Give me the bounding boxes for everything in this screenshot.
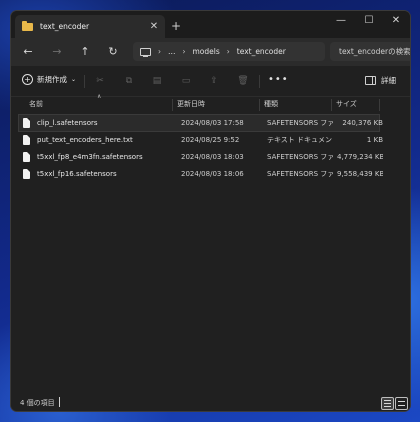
file-icon — [23, 118, 30, 128]
file-name: t5xxl_fp16.safetensors — [37, 170, 117, 178]
title-bar: text_encoder ✕ + — ☐ ✕ — [11, 11, 410, 38]
file-name: put_text_encoders_here.txt — [37, 136, 133, 144]
maximize-icon: ☐ — [364, 15, 374, 26]
column-divider[interactable] — [172, 99, 173, 111]
folder-icon — [22, 20, 33, 31]
file-size: 4,779,234 KB — [337, 153, 383, 161]
column-header-date[interactable]: 更新日時 — [177, 97, 257, 112]
column-header-type[interactable]: 種類 — [264, 97, 328, 112]
rename-icon[interactable]: ▭ — [180, 76, 192, 86]
command-bar: + 新規作成 ⌄ ✂ ⧉ ▤ ▭ ⇪ 🗑 ••• 詳細 — [11, 66, 410, 97]
address-bar[interactable]: › … › models › text_encoder — [133, 42, 325, 61]
share-icon[interactable]: ⇪ — [208, 76, 220, 86]
file-date: 2024/08/25 9:52 — [181, 136, 240, 144]
copy-icon[interactable]: ⧉ — [123, 76, 135, 86]
details-label: 詳細 — [381, 76, 396, 85]
navigation-bar: ← → ↑ ↻ › … › models › text_encoder text… — [11, 38, 410, 66]
new-button-label: 新規作成 — [37, 75, 67, 84]
divider — [84, 75, 85, 88]
chevron-right-icon: › — [226, 47, 230, 56]
tile-view-button[interactable] — [395, 397, 408, 410]
file-row[interactable]: t5xxl_fp16.safetensors 2024/08/03 18:06 … — [19, 166, 383, 182]
file-name: clip_l.safetensors — [37, 119, 98, 127]
chevron-right-icon: › — [158, 47, 161, 56]
file-icon — [23, 135, 30, 145]
search-input[interactable]: text_encoderの検索 — [330, 42, 410, 61]
file-row[interactable]: put_text_encoders_here.txt 2024/08/25 9:… — [19, 132, 383, 148]
maximize-button[interactable]: ☐ — [359, 15, 379, 26]
back-button[interactable]: ← — [21, 45, 35, 59]
column-divider[interactable] — [379, 99, 380, 111]
chevron-right-icon: › — [182, 47, 186, 56]
file-type: SAFETENSORS ファ... — [267, 119, 333, 127]
close-window-button[interactable]: ✕ — [386, 15, 406, 26]
more-options-button[interactable]: ••• — [268, 74, 289, 85]
refresh-button[interactable]: ↻ — [106, 45, 120, 59]
file-type: SAFETENSORS ファ... — [267, 170, 333, 178]
chevron-down-icon: ⌄ — [71, 76, 77, 83]
column-header-size[interactable]: サイズ — [336, 97, 376, 112]
details-button[interactable]: 詳細 — [365, 75, 396, 86]
status-bar: 4 個の項目 — [11, 395, 410, 411]
file-size: 9,558,439 KB — [337, 170, 383, 178]
file-date: 2024/08/03 17:58 — [181, 119, 244, 127]
close-icon: ✕ — [391, 15, 401, 26]
column-divider[interactable] — [259, 99, 260, 111]
item-count: 4 個の項目 — [20, 399, 55, 407]
file-icon — [23, 152, 30, 162]
back-icon: ← — [23, 45, 33, 58]
breadcrumb-more[interactable]: … — [168, 47, 176, 56]
file-name: t5xxl_fp8_e4m3fn.safetensors — [37, 153, 143, 161]
delete-icon[interactable]: 🗑 — [237, 76, 249, 86]
file-type: SAFETENSORS ファ... — [267, 153, 333, 161]
minimize-icon: — — [336, 15, 346, 26]
breadcrumb-item-text-encoder[interactable]: text_encoder — [237, 47, 286, 56]
column-header-name[interactable]: 名前 — [29, 97, 169, 112]
file-type: テキスト ドキュメント — [267, 136, 333, 144]
column-divider[interactable] — [331, 99, 332, 111]
file-icon — [23, 169, 30, 179]
file-row[interactable]: t5xxl_fp8_e4m3fn.safetensors 2024/08/03 … — [19, 149, 383, 165]
file-date: 2024/08/03 18:03 — [181, 153, 244, 161]
plus-icon: + — [170, 19, 182, 33]
close-icon[interactable]: ✕ — [147, 21, 161, 32]
breadcrumb-item-models[interactable]: models — [193, 47, 220, 56]
text-cursor — [59, 397, 60, 407]
tab-text-encoder[interactable]: text_encoder ✕ — [15, 15, 165, 38]
new-button[interactable]: + 新規作成 ⌄ — [22, 74, 76, 85]
pc-icon — [140, 47, 151, 57]
column-header: ∧ 名前 更新日時 種類 サイズ — [11, 93, 410, 112]
file-size: 240,376 KB — [342, 119, 383, 127]
file-size: 1 KB — [366, 136, 383, 144]
list-view-button[interactable] — [381, 397, 394, 410]
up-icon: ↑ — [80, 45, 90, 58]
forward-icon: → — [52, 45, 62, 58]
file-row[interactable]: clip_l.safetensors 2024/08/03 17:58 SAFE… — [18, 114, 383, 132]
plus-icon: + — [22, 74, 33, 85]
cut-icon[interactable]: ✂ — [94, 76, 106, 86]
file-date: 2024/08/03 18:06 — [181, 170, 244, 178]
divider — [259, 75, 260, 88]
tab-title: text_encoder — [40, 22, 90, 31]
up-button[interactable]: ↑ — [78, 45, 92, 59]
file-explorer-window: text_encoder ✕ + — ☐ ✕ ← → ↑ ↻ › … › mod… — [11, 11, 410, 411]
new-tab-button[interactable]: + — [169, 19, 183, 33]
paste-icon[interactable]: ▤ — [151, 76, 163, 86]
refresh-icon: ↻ — [108, 45, 118, 58]
minimize-button[interactable]: — — [331, 15, 351, 26]
forward-button[interactable]: → — [50, 45, 64, 59]
details-icon — [365, 76, 376, 85]
